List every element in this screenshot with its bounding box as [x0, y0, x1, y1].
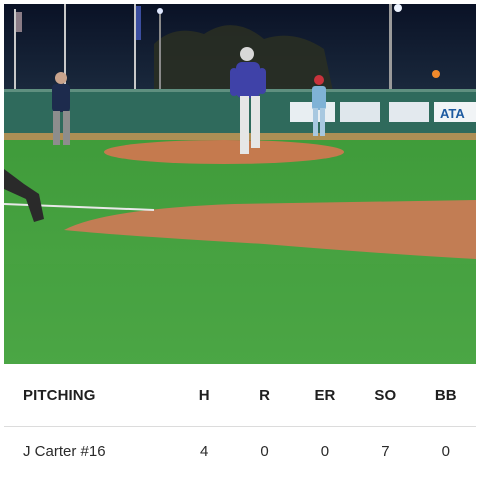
runs-value: 0	[260, 442, 269, 460]
flag	[16, 12, 22, 32]
earned-runs-value: 0	[320, 442, 330, 460]
stadium-light	[157, 8, 163, 14]
flag	[136, 6, 141, 40]
column-header-walks: BB	[434, 386, 457, 404]
strikeouts-value: 7	[381, 442, 390, 460]
column-header-pitching: PITCHING	[23, 386, 96, 404]
pitching-stats-table: PITCHING H R ER SO BB J Carter #16 4 0 0…	[4, 364, 476, 480]
pitchers-mound	[104, 140, 344, 164]
column-header-earned-runs: ER	[314, 386, 336, 404]
light-pole	[159, 9, 161, 94]
table-divider	[4, 426, 476, 427]
column-header-hits: H	[198, 386, 210, 404]
ata-banner-text: ATA	[440, 106, 465, 121]
pitcher-name: J Carter #16	[23, 442, 106, 460]
game-video[interactable]: ATA	[4, 4, 476, 364]
walks-value: 0	[441, 442, 450, 460]
distant-light	[432, 70, 440, 78]
light-pole	[389, 4, 392, 94]
wall-banner	[389, 102, 429, 122]
column-header-runs: R	[259, 386, 271, 404]
wall-banner	[340, 102, 380, 122]
column-header-strikeouts: SO	[374, 386, 397, 404]
hits-value: 4	[200, 442, 209, 460]
stadium-light	[394, 4, 402, 12]
flag-pole	[14, 9, 16, 94]
table-header: PITCHING H R ER SO BB	[4, 378, 476, 412]
table-row: J Carter #16 4 0 0 7 0	[4, 434, 476, 468]
flag-pole	[134, 4, 136, 94]
